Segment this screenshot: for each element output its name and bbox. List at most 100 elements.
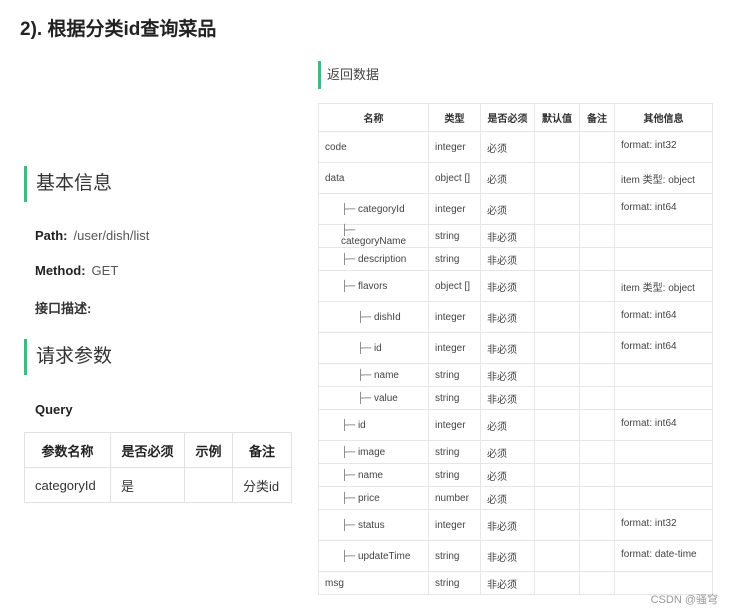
table-row: ├─ categoryId integer 必须 format: int64 <box>318 193 713 225</box>
field-info: format: int32 <box>614 131 713 163</box>
field-name-text: price <box>357 492 380 504</box>
column-header: 示例 <box>184 432 233 468</box>
field-name: ├─ status <box>318 509 429 541</box>
field-name-text: name <box>373 369 399 381</box>
field-info <box>614 440 713 464</box>
column-header: 参数名称 <box>24 432 111 468</box>
field-note <box>579 540 615 572</box>
field-name: ├─ id <box>318 332 429 364</box>
table-row: ├─ price number 必须 <box>318 486 713 510</box>
field-name-text: value <box>373 392 398 404</box>
field-info <box>614 247 713 271</box>
table-row: ├─ dishId integer 非必须 format: int64 <box>318 301 713 333</box>
field-name-text: name <box>357 469 383 481</box>
table-row: ├─ flavors object [] 非必须 item 类型: object <box>318 270 713 302</box>
field-name-text: data <box>325 172 345 184</box>
field-name-text: dishId <box>373 311 401 323</box>
field-required: 非必须 <box>480 363 535 387</box>
param-note: 分类id <box>232 467 292 503</box>
column-header: 名称 <box>318 103 429 132</box>
field-required: 必须 <box>480 131 535 163</box>
field-note <box>579 463 615 487</box>
field-note <box>579 409 615 441</box>
tree-branch: ├─ <box>341 419 358 431</box>
field-name-text: description <box>357 253 407 265</box>
field-type: integer <box>428 332 481 364</box>
field-type: string <box>428 540 481 572</box>
path-value: /user/dish/list <box>73 228 150 243</box>
field-name-text: image <box>357 446 386 458</box>
field-required: 非必须 <box>480 509 535 541</box>
tree-branch: ├─ <box>341 203 358 215</box>
table-row: ├─ name string 非必须 <box>318 363 713 387</box>
path-label: Path: <box>35 228 68 243</box>
field-name-text: id <box>357 419 366 431</box>
column-header: 备注 <box>232 432 292 468</box>
field-note <box>579 247 615 271</box>
field-required: 必须 <box>480 440 535 464</box>
field-name: ├─ categoryName <box>318 224 429 248</box>
tree-branch: ├─ <box>341 225 356 236</box>
field-required: 非必须 <box>480 571 535 595</box>
query-label: Query <box>35 402 73 417</box>
field-name: ├─ flavors <box>318 270 429 302</box>
field-note <box>579 301 615 333</box>
return-table-body: code integer 必须 format: int32 data object [] 必… <box>318 131 713 595</box>
field-info <box>614 363 713 387</box>
table-row: code integer 必须 format: int32 <box>318 131 713 163</box>
tree-branch: ├─ <box>357 342 374 354</box>
field-required: 非必须 <box>480 224 535 248</box>
field-name: ├─ image <box>318 440 429 464</box>
field-default <box>534 463 580 487</box>
field-type: integer <box>428 509 481 541</box>
field-info: format: int32 <box>614 509 713 541</box>
field-info <box>614 386 713 410</box>
table-row: ├─ status integer 非必须 format: int32 <box>318 509 713 541</box>
request-params-heading: 请求参数 <box>24 339 112 375</box>
tree-branch: ├─ <box>357 311 374 323</box>
field-note <box>579 193 615 225</box>
field-name: ├─ price <box>318 486 429 510</box>
path-row: Path: /user/dish/list <box>35 228 149 243</box>
field-type: string <box>428 571 481 595</box>
field-type: object [] <box>428 162 481 194</box>
field-name: data <box>318 162 429 194</box>
field-note <box>579 440 615 464</box>
field-name: ├─ name <box>318 463 429 487</box>
method-value: GET <box>91 263 119 278</box>
field-type: string <box>428 386 481 410</box>
field-note <box>579 131 615 163</box>
field-name: ├─ id <box>318 409 429 441</box>
field-name-text: id <box>373 342 382 354</box>
field-type: string <box>428 224 481 248</box>
field-type: integer <box>428 193 481 225</box>
field-default <box>534 386 580 410</box>
field-required: 非必须 <box>480 386 535 410</box>
field-note <box>579 363 615 387</box>
field-info: format: date-time <box>614 540 713 572</box>
field-note <box>579 486 615 510</box>
field-type: object [] <box>428 270 481 302</box>
field-name-text: flavors <box>357 280 388 292</box>
query-table-header-row: 参数名称 是否必须 示例 备注 <box>24 432 292 468</box>
tree-branch: ├─ <box>341 519 358 531</box>
field-required: 非必须 <box>480 247 535 271</box>
table-row: ├─ id integer 非必须 format: int64 <box>318 332 713 364</box>
field-default <box>534 440 580 464</box>
field-info: format: int64 <box>614 301 713 333</box>
return-table-header-row: 名称 类型 是否必须 默认值 备注 其他信息 <box>318 103 713 132</box>
column-header: 其他信息 <box>614 103 713 132</box>
field-type: integer <box>428 301 481 333</box>
tree-branch: ├─ <box>341 446 358 458</box>
column-header: 类型 <box>428 103 481 132</box>
field-required: 非必须 <box>480 332 535 364</box>
field-name: code <box>318 131 429 163</box>
field-required: 非必须 <box>480 270 535 302</box>
field-info <box>614 486 713 510</box>
table-row: ├─ categoryName string 非必须 <box>318 224 713 248</box>
field-default <box>534 486 580 510</box>
field-info: format: int64 <box>614 332 713 364</box>
table-row: ├─ value string 非必须 <box>318 386 713 410</box>
field-name-text: categoryId <box>357 203 405 215</box>
tree-branch: ├─ <box>341 492 358 504</box>
